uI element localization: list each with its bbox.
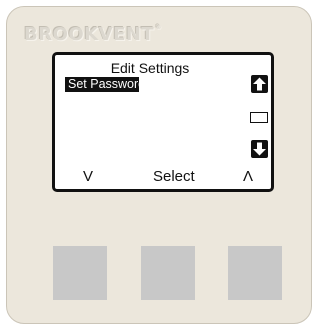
arrow-down-icon <box>251 140 268 158</box>
softkey-down-label: V <box>83 168 94 185</box>
menu-item-set-password[interactable]: Set Password <box>65 77 145 92</box>
display-screen: Edit Settings Set Password V Select Λ <box>52 52 274 192</box>
softkey-select-label: Select <box>153 168 195 185</box>
softkey-up-label: Λ <box>243 168 254 185</box>
scroll-indicator <box>250 112 268 123</box>
screen-title: Edit Settings <box>110 60 190 76</box>
arrow-up-icon <box>251 75 268 93</box>
right-button[interactable] <box>228 246 282 300</box>
middle-button[interactable] <box>141 246 195 300</box>
brand-logo: BROOKVENT® <box>24 24 162 45</box>
left-button[interactable] <box>53 246 107 300</box>
